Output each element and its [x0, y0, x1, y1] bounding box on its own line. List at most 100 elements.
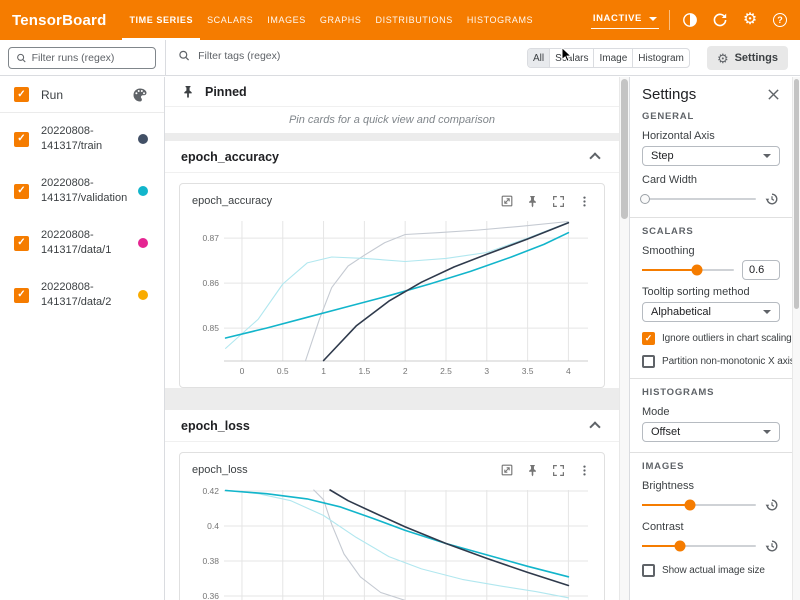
settings-button[interactable]: ⚙ Settings — [707, 46, 788, 70]
horizontal-axis-select[interactable]: Step — [642, 146, 780, 166]
run-checkbox[interactable] — [14, 236, 29, 251]
scrollbar-thumb[interactable] — [794, 79, 799, 309]
svg-text:0.85: 0.85 — [202, 323, 219, 333]
pin-icon — [181, 85, 195, 99]
svg-text:2.5: 2.5 — [440, 366, 452, 376]
contrast-slider[interactable] — [642, 545, 756, 547]
fit-domain-icon[interactable] — [499, 463, 514, 478]
divider — [669, 10, 670, 30]
brightness-slider[interactable] — [642, 504, 756, 506]
svg-text:2: 2 — [403, 366, 408, 376]
fullscreen-icon[interactable] — [551, 463, 566, 478]
fit-domain-icon[interactable] — [499, 194, 514, 209]
smoothing-value-input[interactable] — [742, 260, 780, 280]
pin-icon[interactable] — [525, 463, 540, 478]
tag-filter-scalars[interactable]: Scalars — [550, 49, 594, 67]
slider-thumb[interactable] — [640, 194, 650, 204]
scrollbar-thumb[interactable] — [621, 79, 628, 219]
tooltip-sorting-select[interactable]: Alphabetical — [642, 302, 780, 322]
divider — [165, 40, 166, 76]
palette-icon[interactable] — [132, 87, 148, 103]
reset-icon[interactable] — [764, 191, 780, 207]
select-all-runs-checkbox[interactable] — [14, 87, 29, 102]
run-checkbox[interactable] — [14, 132, 29, 147]
partition-x-checkbox[interactable] — [642, 355, 655, 368]
header-actions: INACTIVE ⚙ ? — [591, 10, 790, 30]
run-checkbox[interactable] — [14, 184, 29, 199]
svg-text:4: 4 — [566, 366, 571, 376]
section-header[interactable]: epoch_accuracy — [165, 141, 619, 173]
pin-icon[interactable] — [525, 194, 540, 209]
more-options-icon[interactable] — [577, 194, 592, 209]
divider — [630, 378, 792, 379]
filter-runs-box — [8, 47, 156, 69]
help-button[interactable]: ? — [770, 10, 790, 30]
main-nav: TIME SERIES SCALARS IMAGES GRAPHS DISTRI… — [122, 0, 540, 40]
scalar-card-epoch-loss: epoch_loss — [179, 452, 605, 600]
tab-histograms[interactable]: HISTOGRAMS — [460, 0, 540, 40]
settings-panel-header: Settings — [642, 85, 780, 103]
refresh-button[interactable] — [710, 10, 730, 30]
theme-toggle-button[interactable] — [680, 10, 700, 30]
card-width-control — [642, 191, 780, 207]
tag-type-filter-group: All Scalars Image Histogram — [527, 48, 690, 68]
tab-graphs[interactable]: GRAPHS — [313, 0, 369, 40]
reset-icon[interactable] — [764, 538, 780, 554]
run-list-item[interactable]: 20220808-141317/data/1 — [0, 217, 164, 269]
run-list-item[interactable]: 20220808-141317/data/2 — [0, 269, 164, 321]
show-actual-size-checkbox[interactable] — [642, 564, 655, 577]
run-name: 20220808-141317/train — [41, 124, 138, 154]
spacer — [165, 402, 619, 410]
filter-runs-input[interactable] — [32, 52, 148, 64]
svg-text:0.5: 0.5 — [277, 366, 289, 376]
card-header: epoch_loss — [186, 458, 598, 482]
card-width-slider[interactable] — [642, 198, 756, 200]
tag-filter-image[interactable]: Image — [594, 49, 633, 67]
settings-scrollbar[interactable] — [792, 77, 800, 600]
card-actions — [499, 463, 592, 478]
slider-thumb[interactable] — [674, 541, 685, 552]
card-header: epoch_accuracy — [186, 189, 598, 213]
run-list-item[interactable]: 20220808-141317/validation — [0, 165, 164, 217]
more-options-icon[interactable] — [577, 463, 592, 478]
search-icon — [178, 49, 190, 62]
chevron-down-icon — [763, 310, 771, 314]
epoch-loss-chart[interactable]: 00.511.522.533.540.360.380.40.42 — [186, 482, 596, 600]
filter-tags-input[interactable] — [198, 50, 478, 62]
divider — [630, 452, 792, 453]
tag-filter-histogram[interactable]: Histogram — [633, 49, 689, 67]
main-scrollbar[interactable] — [619, 77, 629, 600]
tab-scalars[interactable]: SCALARS — [200, 0, 260, 40]
run-color-dot — [138, 186, 148, 196]
ignore-outliers-row: Ignore outliers in chart scaling — [642, 332, 780, 345]
tag-filter-all[interactable]: All — [528, 49, 550, 67]
close-icon[interactable] — [767, 88, 780, 101]
tab-distributions[interactable]: DISTRIBUTIONS — [369, 0, 460, 40]
slider-thumb[interactable] — [684, 500, 695, 511]
section-epoch-accuracy: epoch_accuracy epoch_accuracy — [165, 141, 619, 388]
run-list-item[interactable]: 20220808-141317/train — [0, 113, 164, 165]
slider-thumb[interactable] — [692, 265, 703, 276]
chevron-down-icon — [649, 17, 657, 21]
collapse-chevron-icon[interactable] — [589, 421, 600, 432]
histogram-mode-select[interactable]: Offset — [642, 422, 780, 442]
reset-icon[interactable] — [764, 497, 780, 513]
run-checkbox[interactable] — [14, 288, 29, 303]
collapse-chevron-icon[interactable] — [589, 152, 600, 163]
section-header[interactable]: epoch_loss — [165, 410, 619, 442]
contrast-control — [642, 538, 780, 554]
ignore-outliers-checkbox[interactable] — [642, 332, 655, 345]
chevron-down-icon — [763, 430, 771, 434]
tab-images[interactable]: IMAGES — [260, 0, 313, 40]
run-color-dot — [138, 290, 148, 300]
reload-status-dropdown[interactable]: INACTIVE — [591, 11, 659, 29]
tab-time-series[interactable]: TIME SERIES — [122, 0, 200, 40]
svg-text:3.5: 3.5 — [522, 366, 534, 376]
cards-area: Pinned Pin cards for a quick view and co… — [165, 77, 619, 600]
smoothing-slider[interactable] — [642, 269, 734, 271]
app-logo: TensorBoard — [12, 12, 106, 29]
settings-gear-button[interactable]: ⚙ — [740, 10, 760, 30]
fullscreen-icon[interactable] — [551, 194, 566, 209]
smoothing-control — [642, 262, 780, 278]
epoch-accuracy-chart[interactable]: 00.511.522.533.540.850.860.87 — [186, 213, 596, 383]
